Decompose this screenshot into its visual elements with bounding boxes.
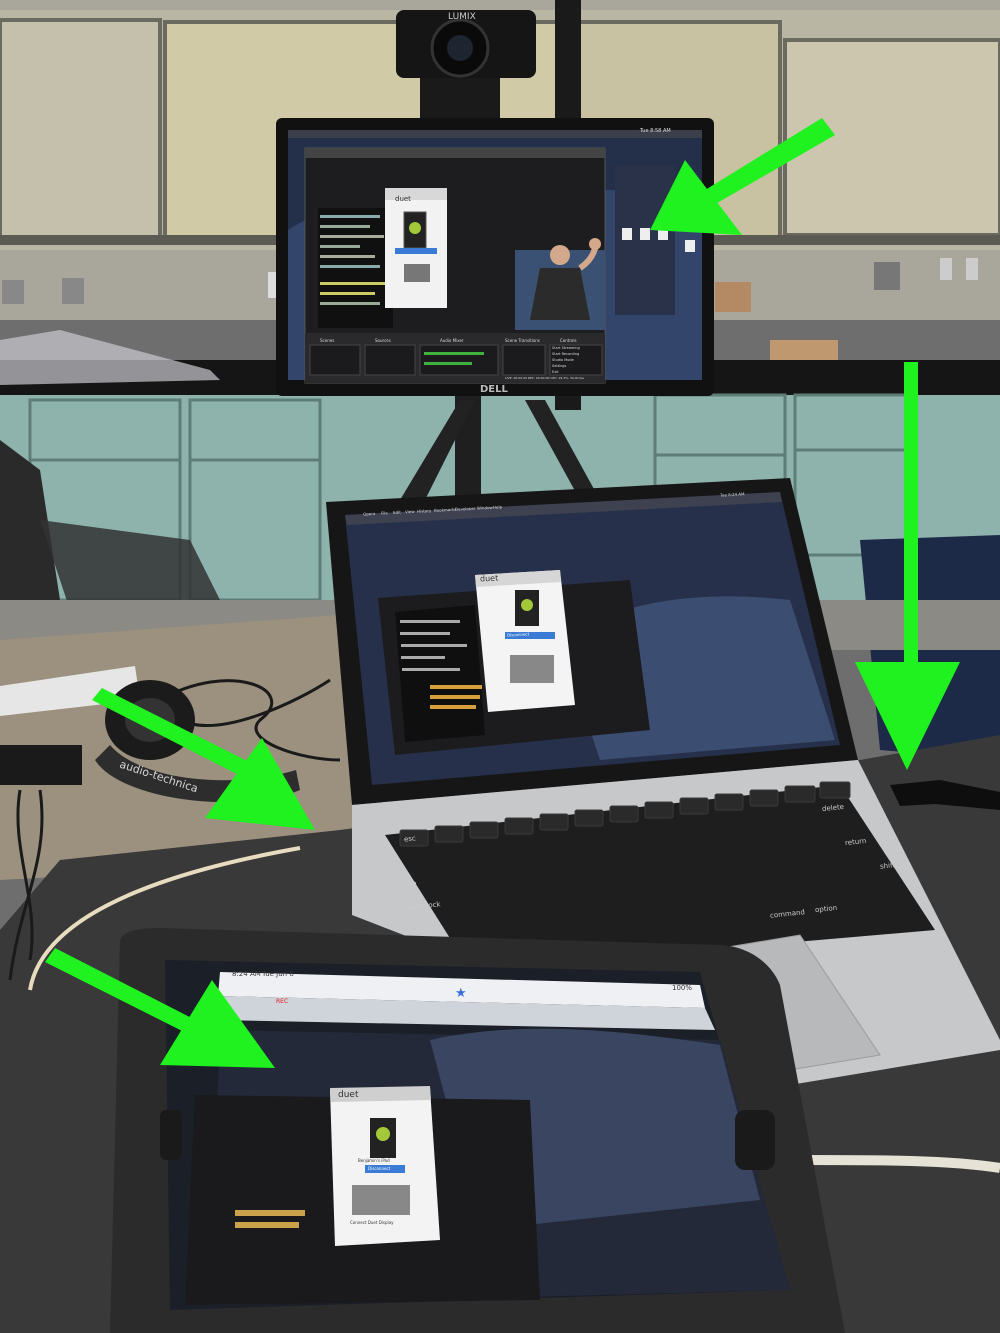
laptop-menu-developer[interactable]: Developer — [455, 506, 476, 512]
obs-panel-controls: Controls — [560, 338, 577, 343]
usb-hub — [0, 745, 82, 785]
monitor-brand-label: DELL — [480, 384, 508, 395]
obs-start-streaming[interactable]: Start Streaming — [552, 346, 580, 350]
monitor — [276, 118, 714, 396]
ipad-duet-title: duet — [338, 1090, 359, 1100]
obs-studio-mode[interactable]: Studio Mode — [552, 358, 574, 362]
ipad-status-time: 8:24 AM — [232, 970, 261, 978]
ipad-duet-disconnect[interactable]: Disconnect — [368, 1166, 390, 1171]
monitor-duet-title: duet — [395, 195, 411, 203]
counter-cables — [0, 330, 220, 385]
laptop-duet-title: duet — [479, 573, 499, 584]
obs-panel-audio-mixer: Audio Mixer — [440, 338, 464, 343]
cardboard-box — [715, 282, 751, 312]
key-shift-right: shift — [879, 861, 896, 871]
ipad-duet-device-name: Benjamin's iPad — [358, 1158, 390, 1163]
obs-panel-scene-transitions: Scene Transitions — [505, 338, 540, 343]
ipad-bookmark-icon[interactable]: ★ — [455, 986, 467, 1001]
obs-panel-scenes: Scenes — [320, 338, 335, 343]
ipad-status-date: Tue Jun 8 — [262, 970, 294, 978]
ipad-duet-connect: Connect Duet Display — [350, 1220, 394, 1225]
obs-start-recording[interactable]: Start Recording — [552, 352, 579, 356]
laptop-menu-opera[interactable]: Opera — [363, 511, 375, 517]
laptop-menu-help[interactable]: Help — [493, 504, 502, 509]
obs-panel-sources: Sources — [375, 338, 391, 343]
ipad-record-button[interactable]: REC — [276, 998, 288, 1005]
obs-exit[interactable]: Exit — [552, 370, 559, 374]
key-shift-left: shift — [414, 927, 431, 937]
ipad-battery: 100% — [672, 984, 693, 992]
laptop-menu-window[interactable]: Window — [477, 505, 493, 511]
photo-backdrop — [0, 0, 1000, 1333]
laptop-menu-edit[interactable]: Edit — [393, 510, 401, 515]
obs-status-bar: LIVE: 00:00:00 REC: 00:00:00 CPU: 18.3%,… — [505, 376, 584, 380]
key-esc: esc — [403, 834, 417, 844]
ipad — [110, 928, 845, 1333]
key-tab: tab — [404, 879, 417, 889]
laptop-menu-file[interactable]: File — [381, 510, 388, 515]
obs-settings[interactable]: Settings — [552, 364, 566, 368]
camera-brand-label: LUMIX — [448, 12, 476, 22]
laptop-menu-history[interactable]: History — [417, 508, 431, 514]
photo-scene: LUMIX DELL Tue 8:58 AM Scenes Sources Au… — [0, 0, 1000, 1333]
laptop-menu-view[interactable]: View — [405, 509, 415, 514]
monitor-clock: Tue 8:58 AM — [640, 128, 671, 134]
